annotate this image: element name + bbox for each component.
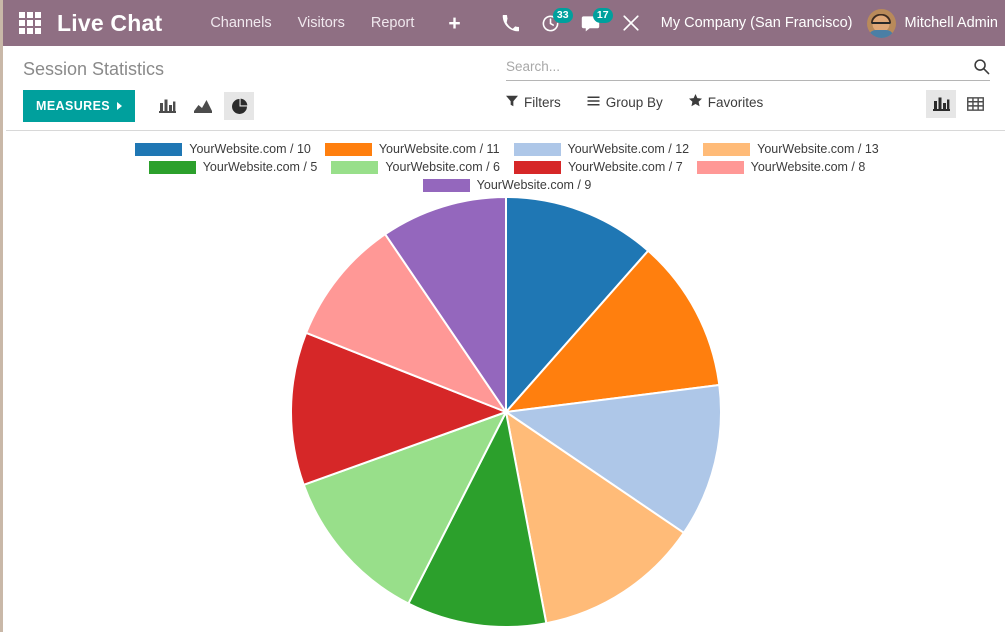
measures-button[interactable]: MEASURES <box>23 90 136 122</box>
control-panel-left-actions: MEASURES <box>23 90 255 122</box>
search-bar[interactable] <box>506 58 990 81</box>
messages-count-badge: 17 <box>592 8 613 23</box>
top-navbar: Live Chat Channels Visitors Report + 33 <box>3 0 1005 46</box>
phone-icon[interactable] <box>491 0 531 46</box>
list-view-icon[interactable] <box>960 90 990 118</box>
nav-item-visitors[interactable]: Visitors <box>298 15 345 31</box>
filter-bar: Filters Group By Favorites <box>506 90 990 118</box>
group-by-button[interactable]: Group By <box>587 95 663 110</box>
graph-view-icon[interactable] <box>926 90 956 118</box>
filters-label: Filters <box>524 94 561 110</box>
pie-chart-svg[interactable] <box>6 131 1005 632</box>
favorites-label: Favorites <box>707 94 764 110</box>
search-icon[interactable] <box>973 58 990 75</box>
user-name-label: Mitchell Admin <box>904 15 998 31</box>
developer-tools-icon[interactable] <box>611 0 651 46</box>
nav-item-report[interactable]: Report <box>371 15 415 31</box>
funnel-icon <box>506 95 518 110</box>
activity-count-badge: 33 <box>552 8 573 23</box>
company-selector[interactable]: My Company (San Francisco) <box>661 15 853 31</box>
search-input[interactable] <box>506 59 967 74</box>
favorites-button[interactable]: Favorites <box>688 94 764 110</box>
hamburger-icon <box>587 95 600 110</box>
view-switcher <box>926 90 990 118</box>
new-record-plus-button[interactable]: + <box>448 13 460 34</box>
bar-chart-icon[interactable] <box>152 92 182 120</box>
pie-chart <box>6 131 1005 632</box>
chevron-right-icon <box>117 102 123 110</box>
live-chat-app-window: Live Chat Channels Visitors Report + 33 <box>0 0 1005 632</box>
nav-item-channels[interactable]: Channels <box>210 15 271 31</box>
group-by-label: Group By <box>605 94 663 110</box>
star-icon <box>688 94 702 110</box>
messages-icon[interactable]: 17 <box>571 0 613 46</box>
pie-chart-icon[interactable] <box>224 92 255 120</box>
avatar <box>866 8 896 38</box>
graph-view-container: YourWebsite.com / 10 YourWebsite.com / 11… <box>6 131 1005 632</box>
navbar-right-cluster: 33 17 My Company (San Francisco) Mitchel… <box>491 0 1005 46</box>
control-panel: Session Statistics MEASURES Search... Fi… <box>6 46 1005 131</box>
page-title: Session Statistics <box>23 59 165 79</box>
line-chart-icon[interactable] <box>188 92 218 120</box>
main-nav-menu: Channels Visitors Report + <box>210 13 460 34</box>
apps-menu-icon[interactable] <box>17 10 43 36</box>
user-menu[interactable]: Mitchell Admin <box>866 8 998 38</box>
app-brand-title[interactable]: Live Chat <box>57 10 162 37</box>
measures-button-label: MEASURES <box>36 99 111 113</box>
activity-clock-icon[interactable]: 33 <box>531 0 573 46</box>
filters-button[interactable]: Filters <box>506 95 561 110</box>
chart-type-buttons <box>152 92 255 120</box>
